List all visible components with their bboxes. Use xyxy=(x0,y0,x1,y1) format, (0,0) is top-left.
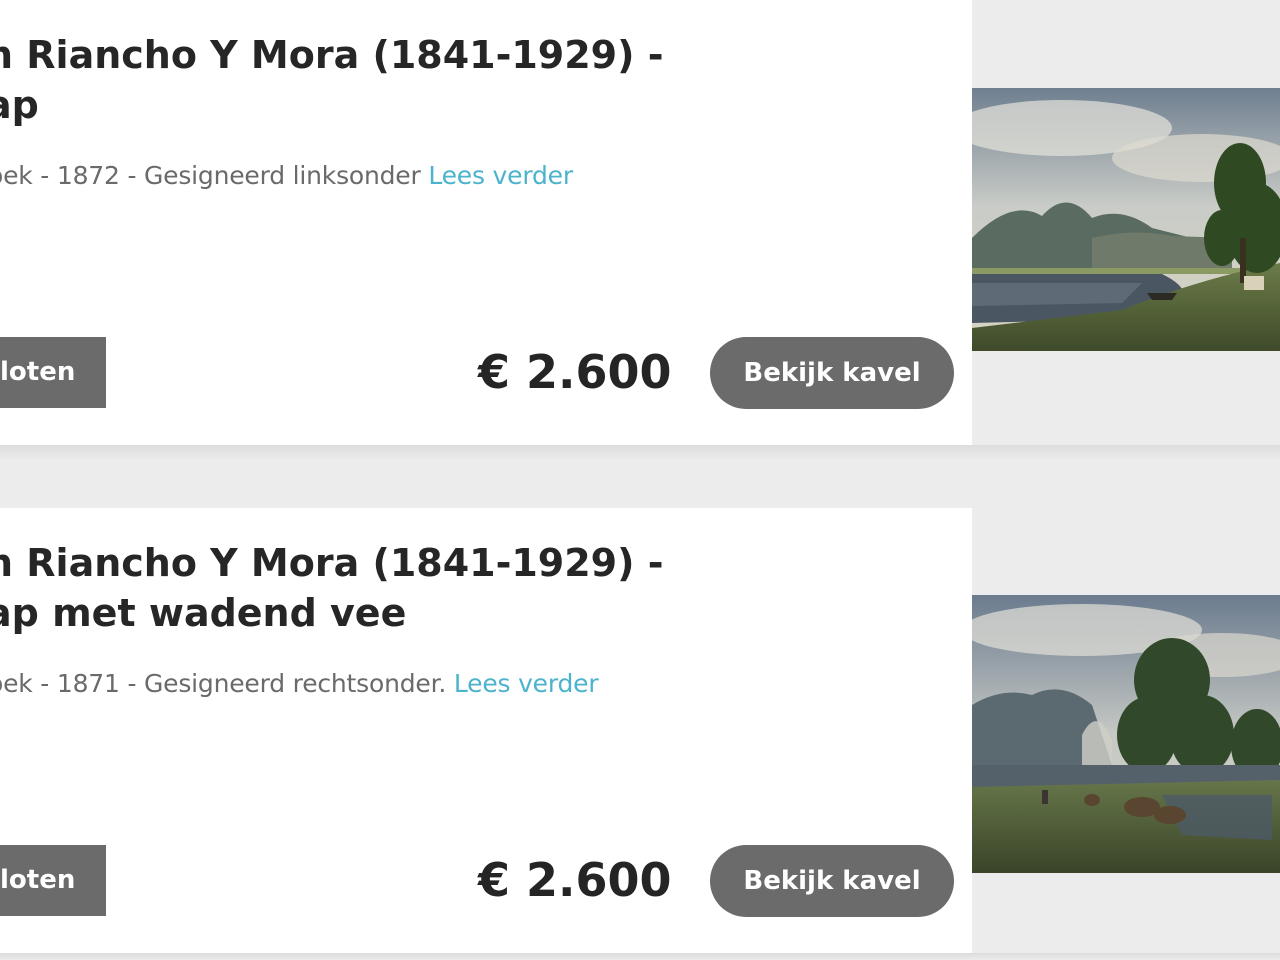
read-more-link[interactable]: Lees verder xyxy=(428,161,573,190)
lot-description: oek - 1871 - Gesigneerd rechtsonder. Lee… xyxy=(0,666,599,702)
lot-description: oek - 1872 - Gesigneerd linksonder Lees … xyxy=(0,158,573,194)
lot-image[interactable] xyxy=(972,88,1280,351)
landscape-painting-icon xyxy=(972,595,1280,873)
closed-lots-button[interactable]: loten xyxy=(0,337,106,408)
lot-title-line[interactable]: ap xyxy=(0,80,666,130)
lot-card: n Riancho Y Mora (1841-1929) - ap oek - … xyxy=(0,0,1280,445)
lot-title-line[interactable]: n Riancho Y Mora (1841-1929) - xyxy=(0,30,666,80)
card-divider xyxy=(0,445,1280,461)
lot-image-panel xyxy=(972,508,1280,953)
landscape-painting-icon xyxy=(972,88,1280,351)
read-more-link[interactable]: Lees verder xyxy=(454,669,599,698)
lot-price: € 2.600 xyxy=(478,853,672,907)
lot-title-line[interactable]: n Riancho Y Mora (1841-1929) - xyxy=(0,538,666,588)
lot-title[interactable]: n Riancho Y Mora (1841-1929) - ap xyxy=(0,30,666,130)
lot-price: € 2.600 xyxy=(478,345,672,399)
lot-image[interactable] xyxy=(972,595,1280,873)
closed-lots-button[interactable]: loten xyxy=(0,845,106,916)
lot-title[interactable]: n Riancho Y Mora (1841-1929) - ap met wa… xyxy=(0,538,666,638)
card-divider xyxy=(0,953,1280,960)
lot-card: n Riancho Y Mora (1841-1929) - ap met wa… xyxy=(0,508,1280,953)
lot-title-line[interactable]: ap met wadend vee xyxy=(0,588,666,638)
view-lot-button[interactable]: Bekijk kavel xyxy=(710,337,954,409)
lot-description-text: oek - 1871 - Gesigneerd rechtsonder. xyxy=(0,669,454,698)
view-lot-button[interactable]: Bekijk kavel xyxy=(710,845,954,917)
lot-image-panel xyxy=(972,0,1280,445)
lot-description-text: oek - 1872 - Gesigneerd linksonder xyxy=(0,161,429,190)
lot-list-page: n Riancho Y Mora (1841-1929) - ap oek - … xyxy=(0,0,1280,960)
